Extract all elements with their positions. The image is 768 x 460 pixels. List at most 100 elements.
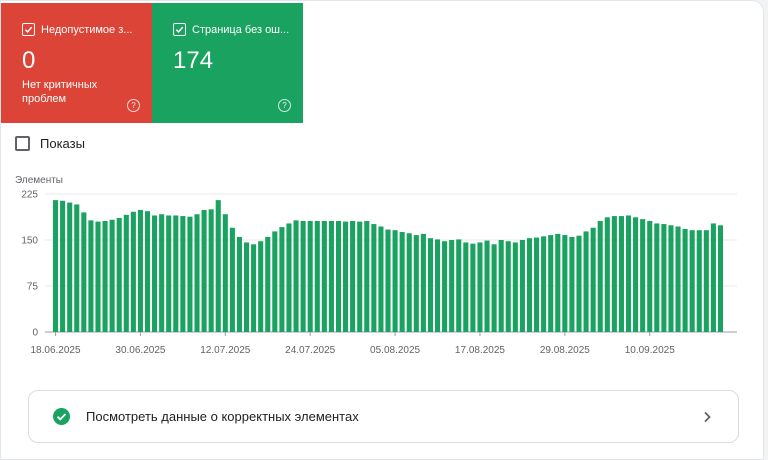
chart-bar[interactable] bbox=[625, 215, 632, 332]
chart-bar[interactable] bbox=[180, 216, 186, 332]
help-icon[interactable]: ? bbox=[278, 99, 291, 112]
chart-bar[interactable] bbox=[541, 236, 547, 332]
chart-bar[interactable] bbox=[392, 230, 398, 332]
chart-bar[interactable] bbox=[703, 230, 709, 332]
chart-bar[interactable] bbox=[654, 223, 660, 332]
help-icon[interactable]: ? bbox=[127, 99, 140, 112]
chart-bar[interactable] bbox=[710, 223, 716, 332]
chart-bar[interactable] bbox=[498, 240, 504, 332]
chart-bar[interactable] bbox=[406, 233, 412, 332]
impressions-toggle[interactable]: Показы bbox=[15, 136, 85, 151]
chart-bar[interactable] bbox=[399, 232, 405, 332]
chart-bar[interactable] bbox=[88, 220, 94, 332]
chart-bar[interactable] bbox=[477, 242, 483, 332]
chart-bar[interactable] bbox=[159, 214, 165, 332]
valid-card[interactable]: Страница без ош... 174 ? bbox=[152, 3, 303, 123]
chart-bar[interactable] bbox=[60, 200, 66, 332]
chart-bar[interactable] bbox=[583, 231, 589, 332]
chart-bar[interactable] bbox=[166, 215, 172, 332]
invalid-card[interactable]: Недопустимое з... 0 Нет критичных пробле… bbox=[1, 3, 152, 123]
chart-bar[interactable] bbox=[682, 228, 688, 332]
chart-bar[interactable] bbox=[251, 244, 257, 332]
chart-bar[interactable] bbox=[576, 235, 582, 332]
chart-bar[interactable] bbox=[640, 219, 646, 332]
checkbox-checked-icon[interactable] bbox=[22, 23, 35, 36]
chart-bar[interactable] bbox=[314, 220, 320, 332]
chart-bar[interactable] bbox=[215, 200, 221, 332]
chart-bar[interactable] bbox=[116, 217, 122, 332]
chart-bar[interactable] bbox=[717, 225, 724, 332]
chart-bar[interactable] bbox=[604, 217, 610, 332]
chart-bar[interactable] bbox=[484, 240, 490, 332]
chart-bar[interactable] bbox=[364, 220, 370, 332]
chart-bar[interactable] bbox=[208, 209, 214, 332]
chart-bar[interactable] bbox=[102, 220, 108, 332]
chart-bar[interactable] bbox=[505, 241, 511, 332]
chart-bar[interactable] bbox=[300, 220, 306, 332]
chart-bar[interactable] bbox=[194, 214, 200, 332]
chart-bar[interactable] bbox=[512, 242, 518, 332]
chart-bar[interactable] bbox=[67, 202, 73, 332]
chart-bar[interactable] bbox=[449, 240, 455, 332]
chart-bar[interactable] bbox=[130, 211, 136, 332]
chart-bar[interactable] bbox=[350, 220, 356, 332]
chart-bar[interactable] bbox=[123, 214, 129, 332]
chart-bar[interactable] bbox=[569, 236, 575, 332]
chart-bar[interactable] bbox=[534, 237, 540, 332]
chart-bar[interactable] bbox=[590, 227, 596, 332]
chart-bar[interactable] bbox=[434, 239, 441, 332]
chart-bar[interactable] bbox=[335, 220, 342, 332]
chart-bar[interactable] bbox=[689, 230, 695, 332]
chart-bar[interactable] bbox=[152, 215, 158, 332]
chart-bar[interactable] bbox=[272, 231, 278, 332]
chart-bar[interactable] bbox=[668, 225, 674, 332]
chart-bar[interactable] bbox=[307, 220, 313, 332]
chart-bar[interactable] bbox=[81, 212, 87, 332]
chart-bar[interactable] bbox=[618, 216, 624, 332]
chart-bar[interactable] bbox=[74, 204, 80, 332]
chart-bar[interactable] bbox=[385, 229, 391, 332]
chart-bar[interactable] bbox=[597, 220, 603, 332]
chart-bar[interactable] bbox=[519, 240, 525, 332]
chart-bar[interactable] bbox=[413, 235, 419, 332]
chart-bar[interactable] bbox=[173, 215, 179, 332]
chart-bar[interactable] bbox=[526, 238, 533, 332]
chart-bar[interactable] bbox=[611, 216, 617, 332]
chart-bar[interactable] bbox=[53, 200, 59, 332]
chart-bar[interactable] bbox=[633, 217, 639, 332]
chart-bar[interactable] bbox=[696, 230, 702, 332]
chart-bar[interactable] bbox=[357, 221, 363, 332]
view-valid-items-link[interactable]: Посмотреть данные о корректных элементах bbox=[28, 390, 739, 443]
chart-bar[interactable] bbox=[491, 244, 497, 332]
checkbox-checked-icon[interactable] bbox=[173, 23, 186, 36]
chart-bar[interactable] bbox=[236, 236, 243, 332]
chart-bar[interactable] bbox=[548, 235, 554, 332]
chart-bar[interactable] bbox=[137, 209, 143, 332]
chart-bar[interactable] bbox=[427, 238, 433, 332]
chart-bar[interactable] bbox=[229, 227, 235, 332]
chart-bar[interactable] bbox=[463, 242, 469, 332]
chart-bar[interactable] bbox=[562, 235, 568, 332]
chart-bar[interactable] bbox=[279, 227, 285, 332]
chart-bar[interactable] bbox=[647, 220, 653, 332]
chart-bar[interactable] bbox=[378, 226, 384, 332]
chart-bar[interactable] bbox=[187, 216, 193, 332]
chart-bar[interactable] bbox=[470, 243, 476, 332]
chart-bar[interactable] bbox=[258, 241, 264, 332]
chart-bar[interactable] bbox=[661, 224, 667, 332]
chart-bar[interactable] bbox=[265, 236, 271, 332]
chart-bar[interactable] bbox=[456, 239, 462, 332]
chart-bar[interactable] bbox=[371, 224, 377, 332]
chart-bar[interactable] bbox=[222, 214, 228, 332]
chart-bar[interactable] bbox=[555, 233, 561, 332]
chart-bar[interactable] bbox=[201, 209, 207, 332]
checkbox-unchecked-icon[interactable] bbox=[15, 136, 30, 151]
chart-bar[interactable] bbox=[675, 226, 681, 332]
chart-bar[interactable] bbox=[293, 220, 299, 332]
chart-bar[interactable] bbox=[442, 241, 448, 332]
chart-bar[interactable] bbox=[321, 220, 327, 332]
chart-bar[interactable] bbox=[286, 223, 292, 332]
chart-bar[interactable] bbox=[95, 221, 101, 332]
chart-bar[interactable] bbox=[243, 242, 250, 332]
chart-bar[interactable] bbox=[343, 221, 349, 332]
